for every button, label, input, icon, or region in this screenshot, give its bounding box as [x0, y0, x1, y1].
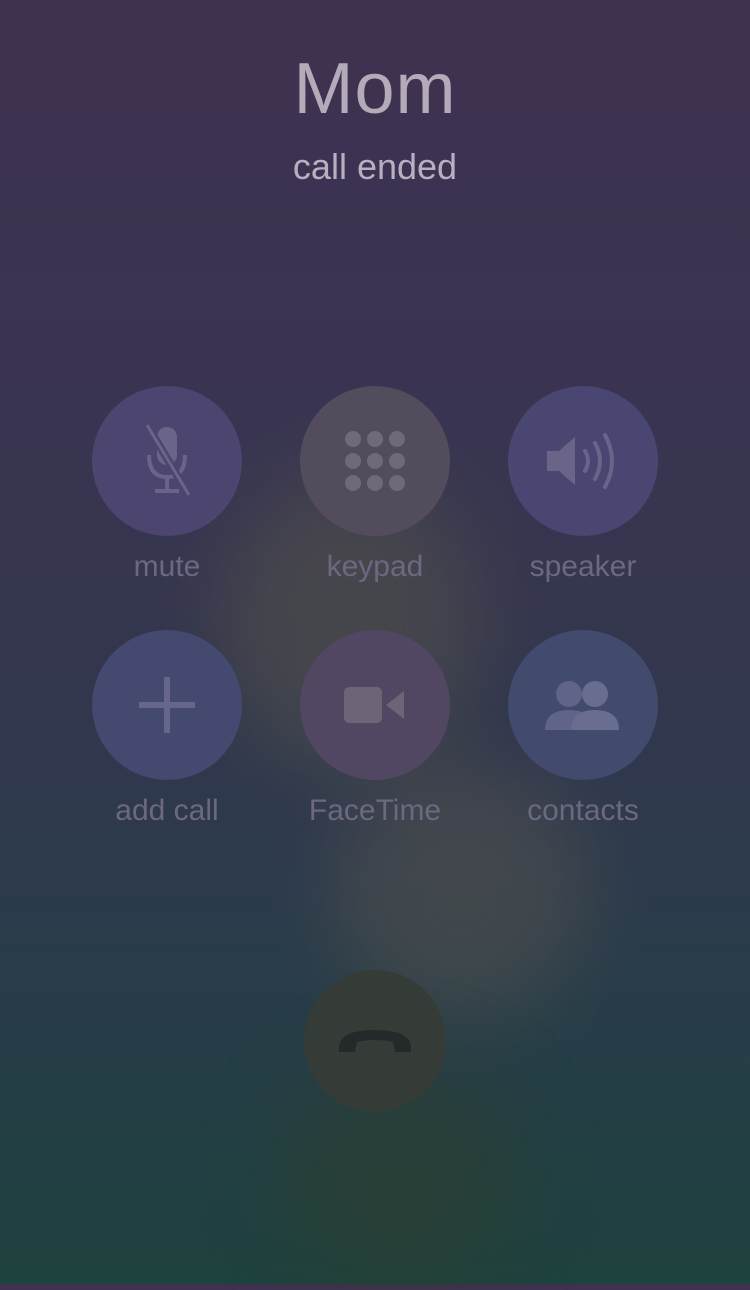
- mute-label: mute: [133, 550, 201, 583]
- video-camera-icon: [344, 687, 404, 723]
- mute-button[interactable]: mute: [92, 386, 242, 586]
- mute-circle[interactable]: [92, 386, 242, 536]
- add-call-button[interactable]: add call: [92, 630, 242, 830]
- contacts-button[interactable]: contacts: [508, 630, 658, 830]
- phone-hangup-icon: [339, 1030, 411, 1052]
- contacts-icon: [545, 681, 619, 730]
- speaker-icon: [547, 433, 614, 489]
- call-controls: mute keypad speaker add call FaceTime co…: [92, 386, 658, 836]
- add-call-circle[interactable]: [92, 630, 242, 780]
- contacts-circle[interactable]: [508, 630, 658, 780]
- call-status: call ended: [292, 146, 458, 187]
- end-call-button[interactable]: [304, 970, 446, 1112]
- keypad-label: keypad: [326, 550, 424, 583]
- speaker-button[interactable]: speaker: [508, 386, 658, 586]
- plus-icon: [139, 677, 195, 733]
- speaker-label: speaker: [529, 550, 637, 583]
- keypad-icon: [345, 431, 405, 491]
- keypad-circle[interactable]: [300, 386, 450, 536]
- add-call-label: add call: [115, 794, 219, 827]
- speaker-circle[interactable]: [508, 386, 658, 536]
- facetime-label: FaceTime: [308, 794, 442, 827]
- facetime-button[interactable]: FaceTime: [300, 630, 450, 830]
- caller-name: Mom: [293, 49, 457, 129]
- microphone-muted-icon: [143, 422, 193, 498]
- keypad-button[interactable]: keypad: [300, 386, 450, 586]
- contacts-label: contacts: [527, 794, 639, 827]
- facetime-circle[interactable]: [300, 630, 450, 780]
